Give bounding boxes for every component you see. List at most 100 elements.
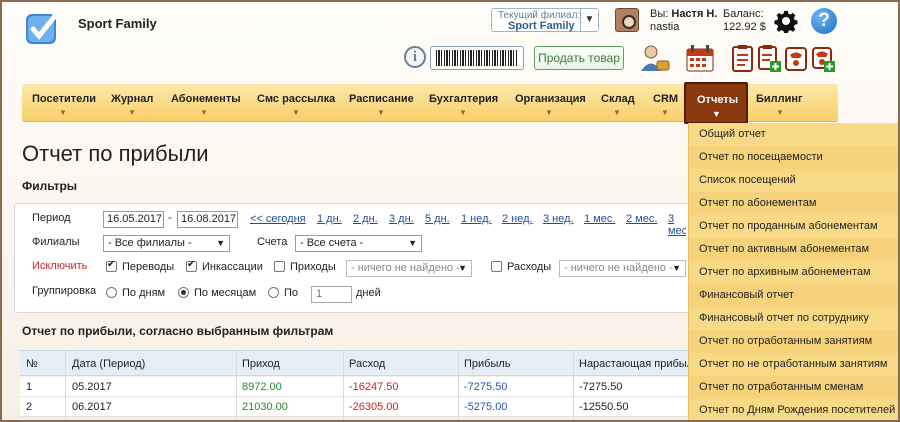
expenses-select[interactable]: - ничего не найдено - ▼ <box>559 260 686 277</box>
clipboard-add-icon[interactable] <box>757 44 781 72</box>
menu-item-active-subscriptions[interactable]: Отчет по активным абонементам <box>689 238 898 261</box>
chevron-down-icon: ▼ <box>661 108 669 117</box>
exclude-label: Исключить <box>32 260 88 272</box>
safe-icon[interactable] <box>615 8 639 32</box>
cell-date: 05.2017 <box>72 381 112 393</box>
by-months-label: По месяцам <box>194 287 257 299</box>
period-link-1d[interactable]: 1 дн. <box>317 213 342 225</box>
phone-icon[interactable] <box>784 44 808 72</box>
days-label: дней <box>356 287 381 299</box>
col-header-income: Приход <box>242 358 280 370</box>
collections-label: Инкассации <box>202 261 263 273</box>
column-divider <box>458 350 459 420</box>
nav-item-crm[interactable]: CRM ▼ <box>653 84 679 122</box>
report-subtitle: Отчет по прибыли, согласно выбранным фил… <box>22 324 334 338</box>
transfers-checkbox[interactable] <box>106 259 117 272</box>
period-label: Период <box>32 212 71 224</box>
menu-item-attendance-report[interactable]: Отчет по посещаемости <box>689 146 898 169</box>
reports-dropdown-menu: Общий отчет Отчет по посещаемости Список… <box>688 123 898 420</box>
nav-item-sms[interactable]: Смс рассылка ▼ <box>257 84 335 122</box>
gear-icon[interactable] <box>774 9 798 33</box>
n-days-input[interactable]: 1 <box>311 286 352 303</box>
date-from-input[interactable]: 16.05.2017 <box>103 211 164 228</box>
nav-item-visitors[interactable]: Посетители ▼ <box>32 84 96 122</box>
menu-item-financial-report[interactable]: Финансовый отчет <box>689 284 898 307</box>
cell-number: 1 <box>26 381 33 393</box>
clipboard-list-icon[interactable] <box>731 44 755 72</box>
period-link-1m[interactable]: 1 мес. <box>584 213 615 225</box>
period-link-1w[interactable]: 1 нед. <box>461 213 492 225</box>
expenses-checkbox[interactable] <box>491 261 502 272</box>
nav-item-warehouse[interactable]: Склад ▼ <box>601 84 635 122</box>
chevron-down-icon: ▼ <box>292 108 300 117</box>
accounts-label: Счета <box>257 236 288 248</box>
collections-checkbox[interactable] <box>186 259 197 272</box>
period-link-2m[interactable]: 2 мес. <box>626 213 657 225</box>
branch-selector[interactable]: Текущий филиал: Sport Family ▼ <box>491 8 599 32</box>
cell-profit: -5275.00 <box>464 401 508 413</box>
accounts-select[interactable]: - Все счета - ▼ <box>295 235 422 252</box>
chevron-down-icon: ▼ <box>408 238 417 248</box>
period-link-5d[interactable]: 5 дн. <box>425 213 450 225</box>
chevron-down-icon: ▼ <box>613 108 621 117</box>
help-icon[interactable]: ? <box>811 8 837 34</box>
menu-item-visits-list[interactable]: Список посещений <box>689 169 898 192</box>
menu-item-archived-subscriptions[interactable]: Отчет по архивным абонементам <box>689 261 898 284</box>
menu-item-subscriptions-report[interactable]: Отчет по абонементам <box>689 192 898 215</box>
col-header-profit: Прибыль <box>464 358 511 370</box>
nav-item-accounting[interactable]: Бухгалтерия ▼ <box>429 84 498 122</box>
cell-income: 8972.00 <box>242 381 282 393</box>
logo-icon[interactable] <box>24 10 60 46</box>
income-select[interactable]: - ничего не найдено - ▼ <box>346 260 472 277</box>
chevron-down-icon: ▼ <box>672 263 681 273</box>
group-by-days-radio[interactable] <box>106 287 117 298</box>
menu-item-sold-subscriptions[interactable]: Отчет по проданным абонементам <box>689 215 898 238</box>
menu-item-worked-shifts[interactable]: Отчет по отработанным сменам <box>689 376 898 399</box>
chevron-down-icon: ▼ <box>128 108 136 117</box>
chevron-down-icon[interactable]: ▼ <box>580 9 598 31</box>
menu-item-birthdays[interactable]: Отчет по Дням Рождения посетителей <box>689 399 898 420</box>
calendar-icon[interactable] <box>685 44 715 72</box>
phone-add-icon[interactable] <box>811 44 835 72</box>
user-name[interactable]: Настя Н. <box>671 8 717 20</box>
chevron-down-icon: ▼ <box>458 263 467 273</box>
nav-item-subscriptions[interactable]: Абонементы ▼ <box>171 84 241 122</box>
period-link-today[interactable]: << сегодня <box>250 213 306 225</box>
period-link-3m[interactable]: 3 мес. <box>668 213 686 237</box>
sell-product-button[interactable]: Продать товар <box>534 46 624 70</box>
branches-select[interactable]: - Все филиалы - ▼ <box>103 235 230 252</box>
info-icon[interactable]: i <box>404 46 426 68</box>
barcode-input[interactable] <box>430 46 524 70</box>
period-link-2d[interactable]: 2 дн. <box>353 213 378 225</box>
by-label: По <box>284 287 299 299</box>
page-title: Отчет по прибыли <box>22 141 209 166</box>
balance-value: 122.92 $ <box>723 21 766 33</box>
nav-item-journal[interactable]: Журнал ▼ <box>111 84 155 122</box>
column-divider <box>65 350 66 420</box>
income-checkbox[interactable] <box>274 261 285 272</box>
menu-item-unworked-classes[interactable]: Отчет по не отработанным занятиям <box>689 353 898 376</box>
group-by-n-days-radio[interactable] <box>268 287 279 298</box>
person-cart-icon[interactable] <box>640 44 670 72</box>
nav-item-billing[interactable]: Биллинг ▼ <box>756 84 804 122</box>
nav-item-schedule[interactable]: Расписание ▼ <box>349 84 414 122</box>
date-to-input[interactable]: 16.08.2017 <box>177 211 238 228</box>
group-by-months-radio[interactable] <box>178 287 189 298</box>
menu-item-general-report[interactable]: Общий отчет <box>689 123 898 146</box>
nav-item-organization[interactable]: Организация ▼ <box>515 84 586 122</box>
nav-item-reports[interactable]: Отчеты ▼ <box>684 82 748 124</box>
period-link-2w[interactable]: 2 нед. <box>502 213 533 225</box>
chevron-down-icon: ▼ <box>59 108 67 117</box>
filters-title: Фильтры <box>22 179 78 193</box>
user-prefix: Вы: <box>650 8 669 20</box>
menu-item-employee-financial[interactable]: Финансовый отчет по сотруднику <box>689 307 898 330</box>
by-days-label: По дням <box>122 287 166 299</box>
menu-item-worked-classes[interactable]: Отчет по отработанным занятиям <box>689 330 898 353</box>
cell-cumulative: -7275.50 <box>579 381 623 393</box>
chevron-down-icon: ▼ <box>776 108 784 117</box>
period-link-3d[interactable]: 3 дн. <box>389 213 414 225</box>
column-divider <box>236 350 237 420</box>
period-link-3w[interactable]: 3 нед. <box>543 213 574 225</box>
chevron-down-icon: ▼ <box>459 108 467 117</box>
col-header-number: № <box>26 358 38 370</box>
